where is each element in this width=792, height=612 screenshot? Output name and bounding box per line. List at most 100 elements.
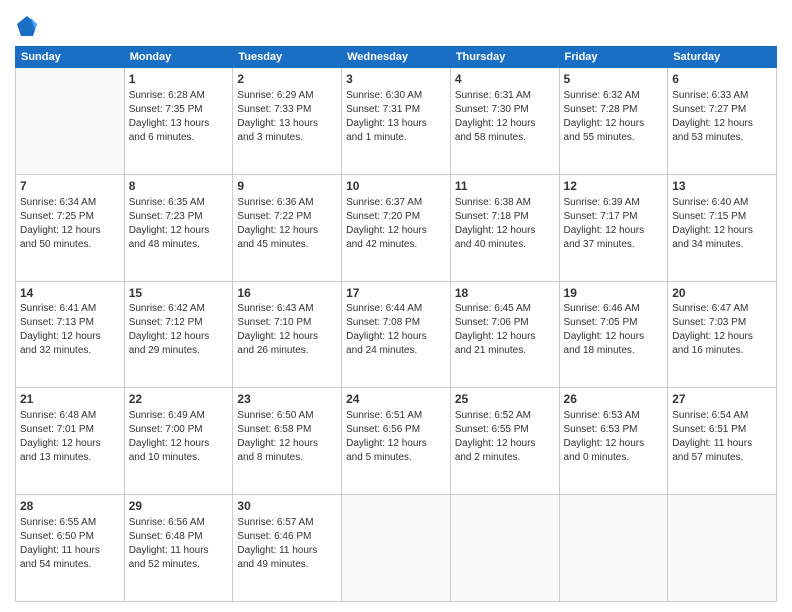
calendar-cell: 1Sunrise: 6:28 AMSunset: 7:35 PMDaylight… (124, 68, 233, 175)
day-info: Sunset: 7:28 PM (564, 103, 664, 117)
day-number: 19 (564, 285, 664, 302)
calendar-cell: 8Sunrise: 6:35 AMSunset: 7:23 PMDaylight… (124, 174, 233, 281)
day-info: Sunrise: 6:46 AM (564, 302, 664, 316)
calendar-cell: 10Sunrise: 6:37 AMSunset: 7:20 PMDayligh… (342, 174, 451, 281)
day-info: Sunset: 7:13 PM (20, 316, 120, 330)
day-info: Sunrise: 6:35 AM (129, 196, 229, 210)
day-info: Sunset: 7:03 PM (672, 316, 772, 330)
day-info: and 48 minutes. (129, 238, 229, 252)
day-info: and 24 minutes. (346, 344, 446, 358)
day-info: and 55 minutes. (564, 131, 664, 145)
day-info: and 50 minutes. (20, 238, 120, 252)
day-info: Sunset: 7:30 PM (455, 103, 555, 117)
day-info: Sunrise: 6:55 AM (20, 516, 120, 530)
calendar-cell: 26Sunrise: 6:53 AMSunset: 6:53 PMDayligh… (559, 388, 668, 495)
day-info: Sunrise: 6:37 AM (346, 196, 446, 210)
day-info: Sunset: 7:15 PM (672, 210, 772, 224)
day-info: Sunset: 6:53 PM (564, 423, 664, 437)
calendar-cell: 2Sunrise: 6:29 AMSunset: 7:33 PMDaylight… (233, 68, 342, 175)
day-number: 5 (564, 71, 664, 88)
day-info: Daylight: 12 hours (672, 224, 772, 238)
day-info: Daylight: 11 hours (672, 437, 772, 451)
calendar-cell: 17Sunrise: 6:44 AMSunset: 7:08 PMDayligh… (342, 281, 451, 388)
day-info: Sunrise: 6:49 AM (129, 409, 229, 423)
calendar-cell (342, 495, 451, 602)
day-number: 9 (237, 178, 337, 195)
day-number: 21 (20, 391, 120, 408)
day-info: Daylight: 12 hours (455, 437, 555, 451)
day-number: 6 (672, 71, 772, 88)
calendar-cell: 21Sunrise: 6:48 AMSunset: 7:01 PMDayligh… (16, 388, 125, 495)
day-info: Sunset: 6:48 PM (129, 530, 229, 544)
day-info: Sunrise: 6:41 AM (20, 302, 120, 316)
calendar-cell: 14Sunrise: 6:41 AMSunset: 7:13 PMDayligh… (16, 281, 125, 388)
calendar-cell (16, 68, 125, 175)
day-number: 28 (20, 498, 120, 515)
day-number: 23 (237, 391, 337, 408)
header-row: SundayMondayTuesdayWednesdayThursdayFrid… (16, 47, 777, 68)
day-info: Sunrise: 6:36 AM (237, 196, 337, 210)
day-info: and 8 minutes. (237, 451, 337, 465)
day-info: Sunset: 7:23 PM (129, 210, 229, 224)
day-info: Sunset: 6:58 PM (237, 423, 337, 437)
calendar-cell: 13Sunrise: 6:40 AMSunset: 7:15 PMDayligh… (668, 174, 777, 281)
calendar-header-cell: Saturday (668, 47, 777, 68)
day-number: 29 (129, 498, 229, 515)
day-info: Daylight: 11 hours (20, 544, 120, 558)
day-info: and 18 minutes. (564, 344, 664, 358)
calendar-cell: 22Sunrise: 6:49 AMSunset: 7:00 PMDayligh… (124, 388, 233, 495)
calendar-header: SundayMondayTuesdayWednesdayThursdayFrid… (16, 47, 777, 68)
day-info: Sunset: 7:20 PM (346, 210, 446, 224)
day-info: Sunset: 7:17 PM (564, 210, 664, 224)
day-info: Daylight: 12 hours (237, 330, 337, 344)
day-info: Sunrise: 6:48 AM (20, 409, 120, 423)
day-info: Sunrise: 6:56 AM (129, 516, 229, 530)
day-info: and 37 minutes. (564, 238, 664, 252)
day-info: Sunset: 7:10 PM (237, 316, 337, 330)
day-number: 16 (237, 285, 337, 302)
day-info: Sunset: 7:08 PM (346, 316, 446, 330)
day-info: and 1 minute. (346, 131, 446, 145)
day-info: Sunset: 7:31 PM (346, 103, 446, 117)
calendar-cell: 3Sunrise: 6:30 AMSunset: 7:31 PMDaylight… (342, 68, 451, 175)
day-info: and 54 minutes. (20, 558, 120, 572)
day-info: Sunset: 7:22 PM (237, 210, 337, 224)
day-info: Daylight: 12 hours (129, 330, 229, 344)
day-info: and 49 minutes. (237, 558, 337, 572)
day-number: 12 (564, 178, 664, 195)
calendar-cell: 27Sunrise: 6:54 AMSunset: 6:51 PMDayligh… (668, 388, 777, 495)
calendar-header-cell: Sunday (16, 47, 125, 68)
day-info: Daylight: 12 hours (455, 224, 555, 238)
header (15, 10, 777, 38)
day-number: 25 (455, 391, 555, 408)
calendar-cell: 5Sunrise: 6:32 AMSunset: 7:28 PMDaylight… (559, 68, 668, 175)
calendar-cell: 19Sunrise: 6:46 AMSunset: 7:05 PMDayligh… (559, 281, 668, 388)
day-info: Sunrise: 6:30 AM (346, 89, 446, 103)
day-info: and 10 minutes. (129, 451, 229, 465)
logo (15, 14, 43, 38)
day-info: Daylight: 12 hours (237, 224, 337, 238)
day-info: Sunset: 6:51 PM (672, 423, 772, 437)
calendar-week-row: 21Sunrise: 6:48 AMSunset: 7:01 PM Dayligh… (16, 388, 777, 495)
day-info: and 32 minutes. (20, 344, 120, 358)
day-info: Sunrise: 6:57 AM (237, 516, 337, 530)
calendar-body: 1Sunrise: 6:28 AMSunset: 7:35 PMDaylight… (16, 68, 777, 602)
calendar-cell: 28Sunrise: 6:55 AMSunset: 6:50 PMDayligh… (16, 495, 125, 602)
calendar-cell: 24Sunrise: 6:51 AMSunset: 6:56 PMDayligh… (342, 388, 451, 495)
day-info: Daylight: 12 hours (346, 224, 446, 238)
calendar-cell: 7Sunrise: 6:34 AMSunset: 7:25 PMDaylight… (16, 174, 125, 281)
day-info: Sunrise: 6:29 AM (237, 89, 337, 103)
day-number: 11 (455, 178, 555, 195)
logo-icon (15, 14, 39, 38)
calendar-cell: 15Sunrise: 6:42 AMSunset: 7:12 PMDayligh… (124, 281, 233, 388)
day-number: 24 (346, 391, 446, 408)
day-info: Sunset: 6:46 PM (237, 530, 337, 544)
day-number: 15 (129, 285, 229, 302)
day-info: Sunrise: 6:45 AM (455, 302, 555, 316)
day-number: 22 (129, 391, 229, 408)
day-info: Sunset: 6:50 PM (20, 530, 120, 544)
day-number: 14 (20, 285, 120, 302)
day-info: Sunset: 7:01 PM (20, 423, 120, 437)
calendar-cell: 6Sunrise: 6:33 AMSunset: 7:27 PMDaylight… (668, 68, 777, 175)
day-info: Sunrise: 6:44 AM (346, 302, 446, 316)
